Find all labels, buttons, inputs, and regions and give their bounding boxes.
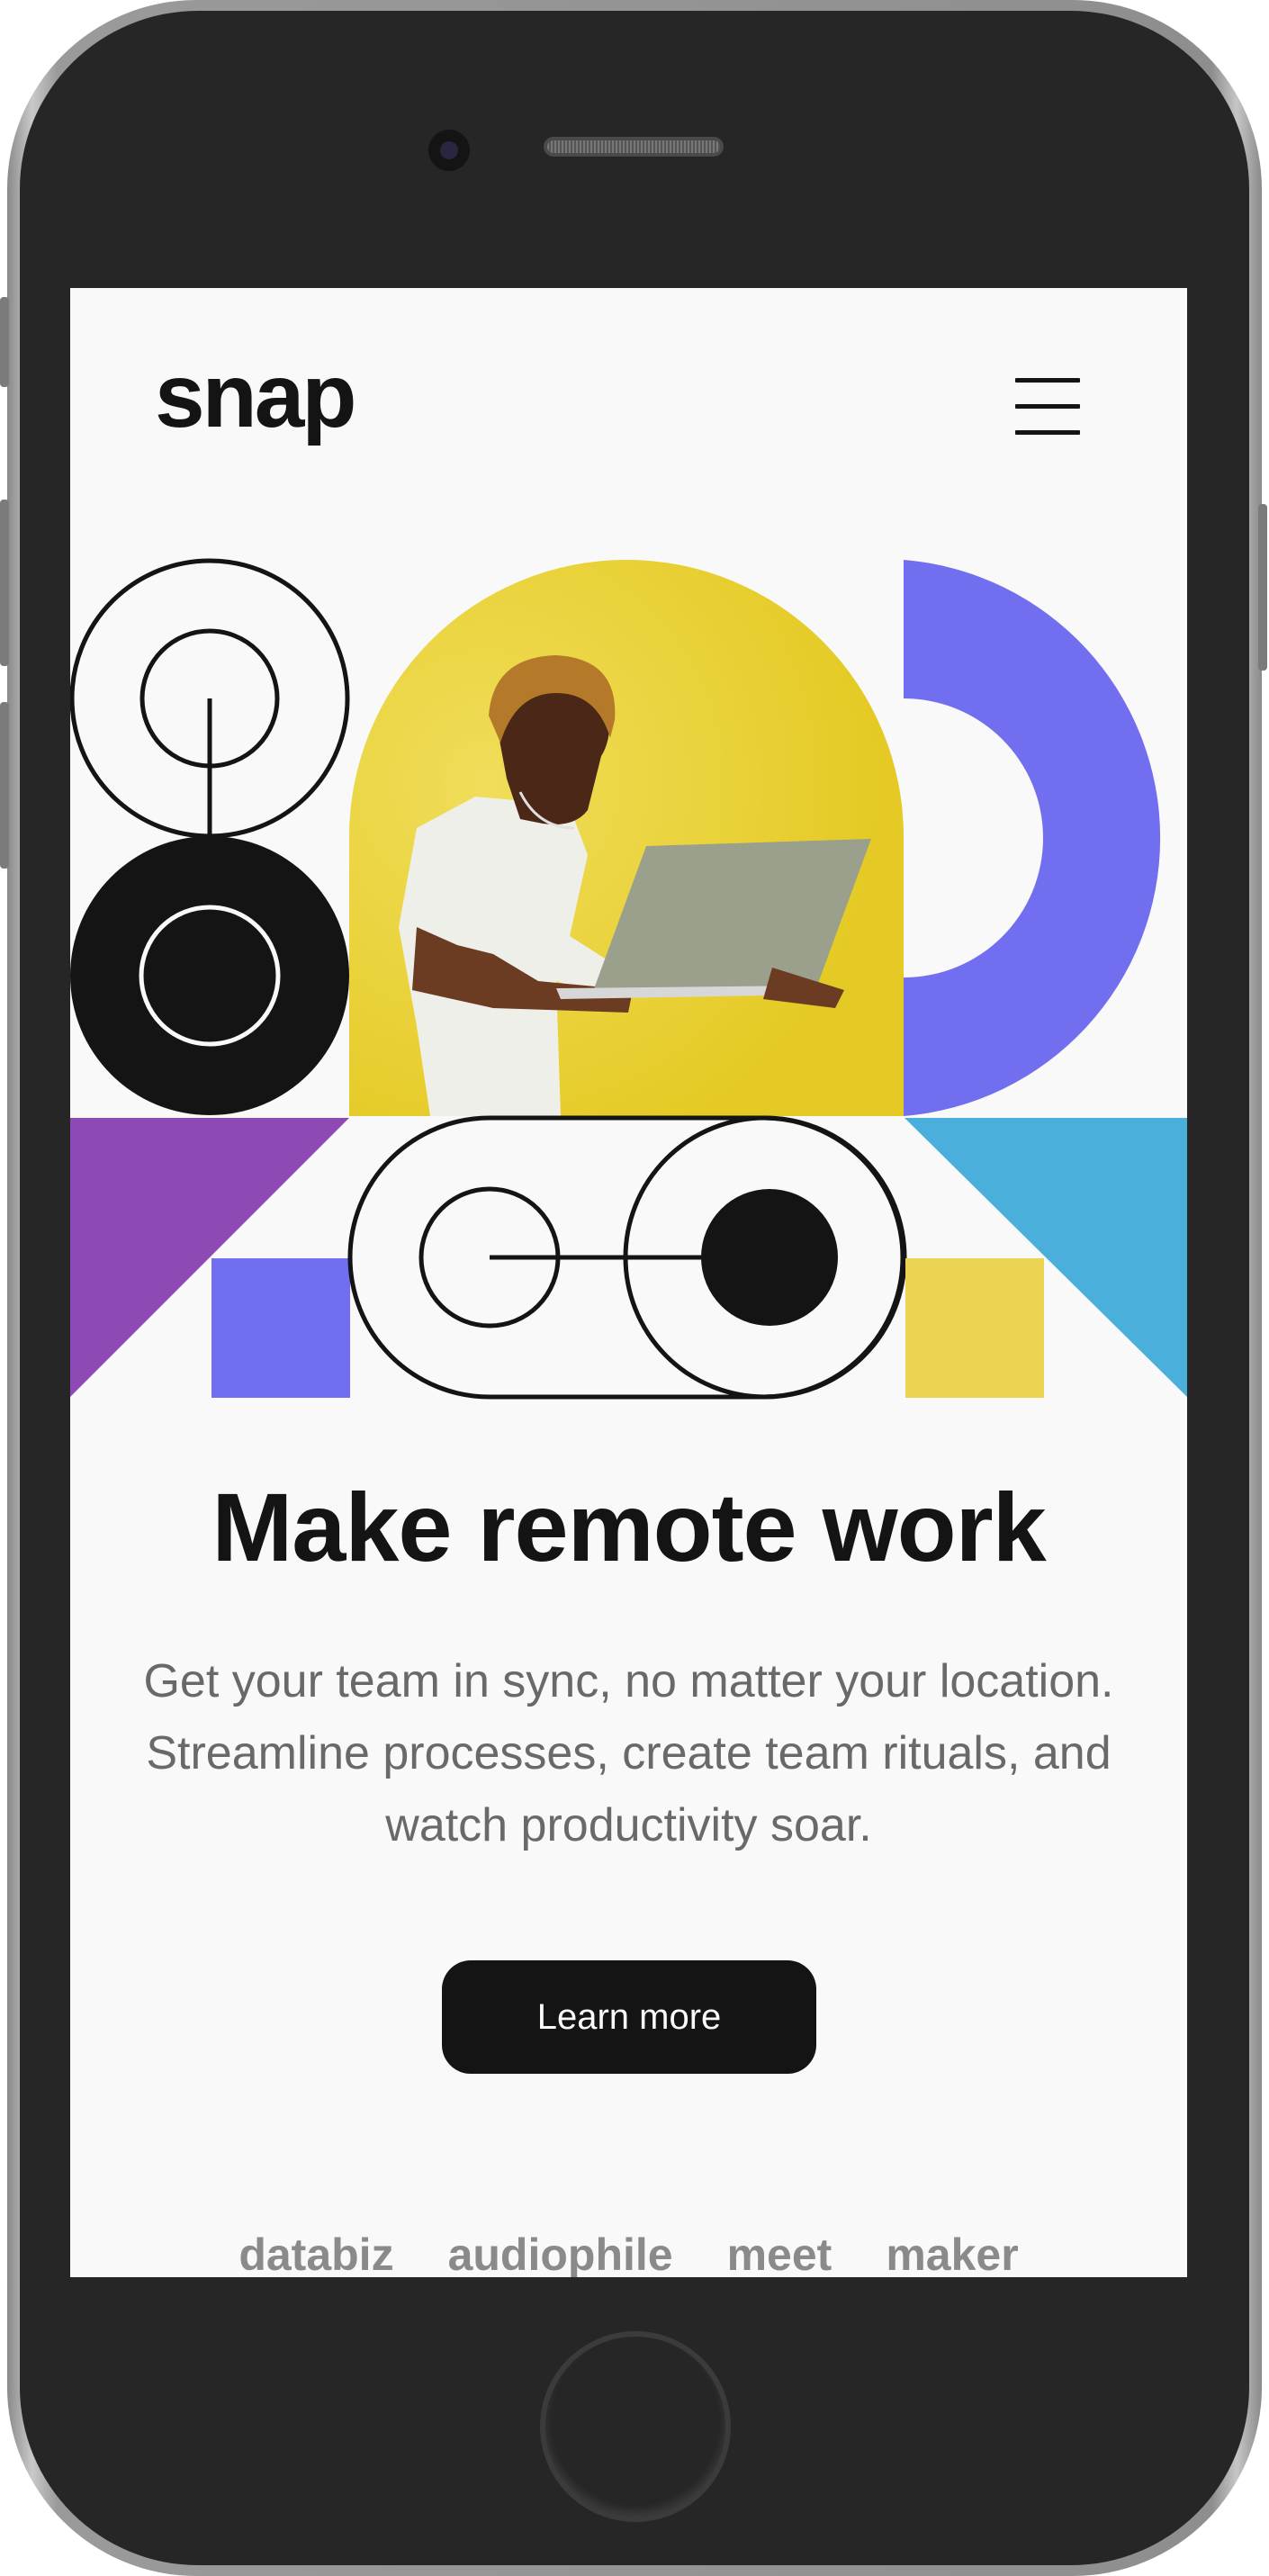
logo[interactable]: snap [155,351,356,441]
purple-square-icon [212,1258,350,1398]
earpiece-speaker [544,137,724,157]
client-logos: databiz audiophile meet maker [70,2232,1187,2277]
yellow-square-icon [905,1258,1044,1398]
hero-subtitle: Get your team in sync, no matter your lo… [143,1655,1114,1851]
hero-photo [349,560,904,1116]
screen: snap Make remote work Get your team in s… [70,288,1187,2277]
client-logo-databiz: databiz [238,2229,394,2277]
client-logo-audiophile: audiophile [447,2229,673,2277]
phone-side-button [0,297,9,387]
phone-power-button [1258,504,1267,671]
black-circle-icon [70,836,349,1115]
client-logo-meet: meet [726,2229,832,2277]
client-logo-maker: maker [886,2229,1019,2277]
hamburger-icon[interactable] [1015,378,1080,436]
phone-volume-up [0,500,9,666]
learn-more-button[interactable]: Learn more [442,1960,816,2074]
black-dot-icon [701,1189,838,1326]
phone-volume-down [0,702,9,869]
home-button[interactable] [540,2331,731,2522]
circle-outline-icon [70,558,350,839]
front-camera [428,130,470,171]
hero-title: Make remote work [212,1473,1046,1581]
hero-illustration [70,558,1187,1400]
purple-arc-icon [904,560,1161,1116]
